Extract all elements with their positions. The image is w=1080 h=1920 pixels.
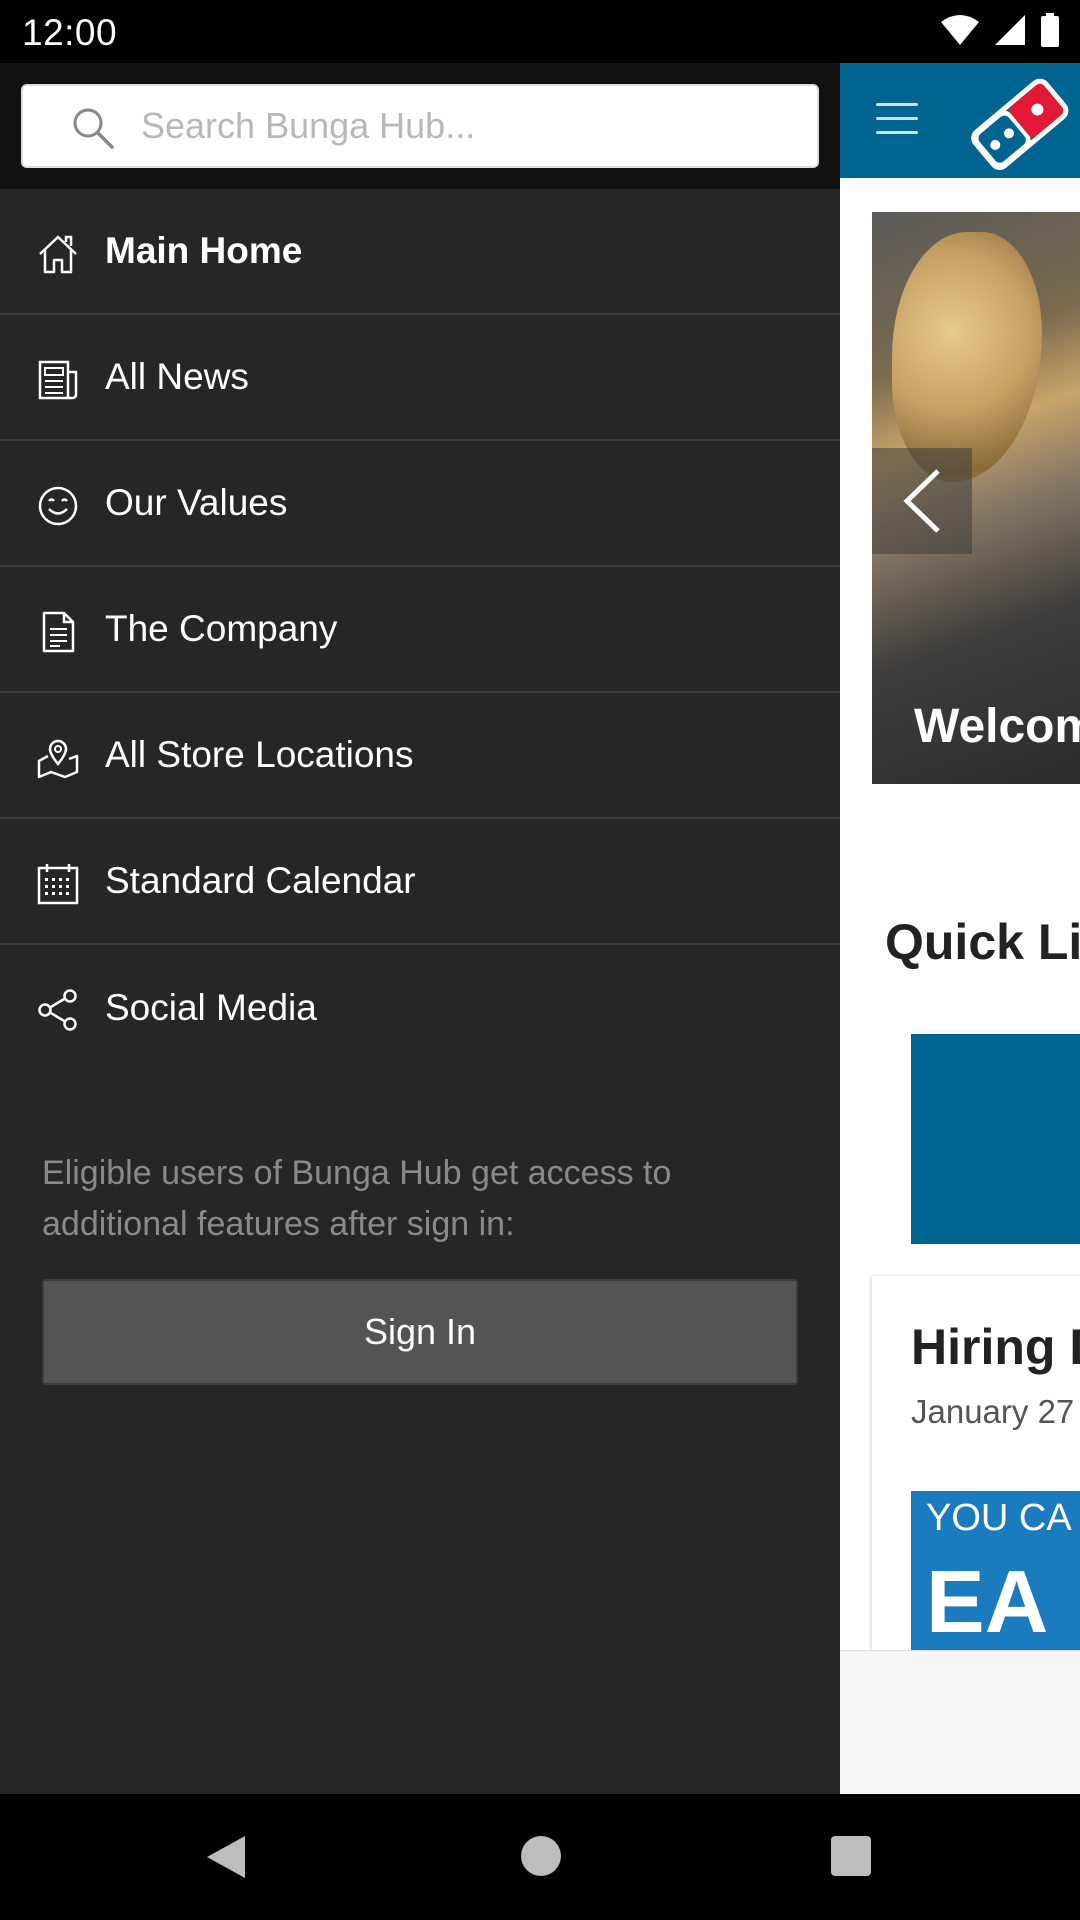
search-icon <box>73 108 114 149</box>
news-card-date: January 27 <box>911 1393 1075 1430</box>
status-icons <box>940 12 1060 48</box>
app-bottom-bar <box>840 1650 1080 1794</box>
menu-item-label: Main Home <box>105 230 303 271</box>
status-time: 12:00 <box>22 12 118 53</box>
banner-big-text: EA <box>926 1552 1049 1651</box>
battery-icon <box>1041 13 1059 47</box>
home-button-icon[interactable] <box>521 1836 561 1876</box>
quick-link-tile[interactable] <box>911 1034 1080 1244</box>
drawer-search-area <box>0 63 840 189</box>
menu-item-label: The Company <box>105 608 338 649</box>
smiley-icon <box>38 486 78 526</box>
menu-item-label: All Store Locations <box>105 734 414 775</box>
banner-small-text: YOU CA <box>926 1497 1072 1539</box>
quick-links-title: Quick Li <box>885 914 1080 970</box>
search-input[interactable] <box>141 96 791 156</box>
back-icon[interactable] <box>205 1834 247 1880</box>
menu-item-main-home[interactable]: Main Home <box>0 189 840 315</box>
menu-item-our-values[interactable]: Our Values <box>0 441 840 567</box>
news-card[interactable]: Hiring D January 27 YOU CA EA <box>872 1276 1080 1652</box>
drawer-menu: Main Home All News Our Values The Compan… <box>0 189 840 1071</box>
menu-item-the-company[interactable]: The Company <box>0 567 840 693</box>
menu-item-label: All News <box>105 356 249 397</box>
carousel-prev-button[interactable] <box>872 448 972 554</box>
share-icon <box>38 989 77 1031</box>
menu-item-standard-calendar[interactable]: Standard Calendar <box>0 819 840 945</box>
hero-image <box>892 232 1042 482</box>
document-icon <box>42 611 75 653</box>
sign-in-button[interactable]: Sign In <box>42 1279 798 1385</box>
menu-item-label: Our Values <box>105 482 288 523</box>
signal-icon <box>995 15 1025 45</box>
hero-carousel[interactable]: Welcom <box>872 212 1080 784</box>
newspaper-icon <box>38 360 78 400</box>
news-card-image: YOU CA EA <box>911 1491 1080 1652</box>
wifi-icon <box>941 15 979 45</box>
signin-description: Eligible users of Bunga Hub get access t… <box>42 1154 672 1243</box>
search-box[interactable] <box>21 84 819 168</box>
menu-item-all-news[interactable]: All News <box>0 315 840 441</box>
menu-item-label: Standard Calendar <box>105 860 416 901</box>
hamburger-menu-icon[interactable] <box>876 103 918 135</box>
news-card-title: Hiring D <box>911 1319 1080 1375</box>
home-icon <box>39 235 77 274</box>
menu-item-social-media[interactable]: Social Media <box>0 945 840 1071</box>
status-bar: 12:00 <box>0 0 1080 63</box>
navigation-drawer: Main Home All News Our Values <box>0 63 840 1794</box>
recent-apps-icon[interactable] <box>831 1836 871 1876</box>
hero-title: Welcom <box>914 700 1080 753</box>
brand-logo-icon <box>971 78 1069 171</box>
calendar-icon <box>37 864 79 905</box>
map-pin-icon <box>37 739 79 779</box>
chevron-left-icon <box>903 469 940 533</box>
system-navigation-bar <box>0 1794 1080 1920</box>
menu-item-label: Social Media <box>105 987 317 1028</box>
menu-item-all-store-locations[interactable]: All Store Locations <box>0 693 840 819</box>
